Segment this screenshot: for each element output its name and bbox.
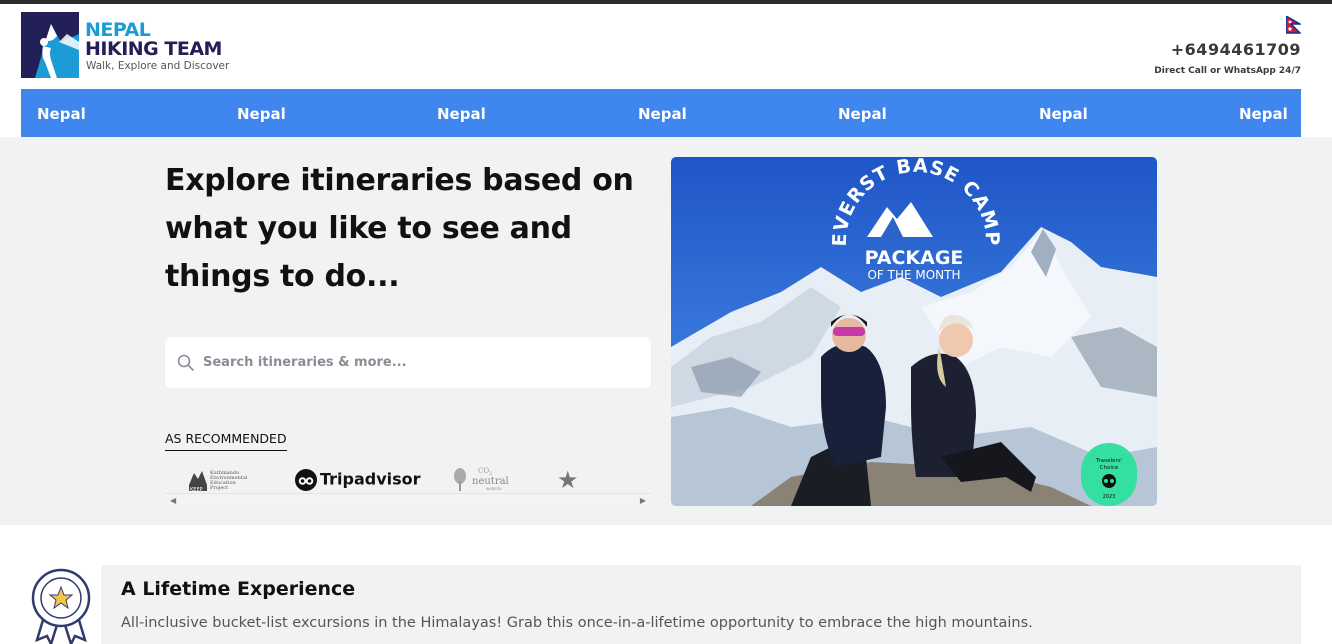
site-header: NEPAL HIKING TEAM Walk, Explore and Disc… xyxy=(0,4,1332,89)
feature-title: A Lifetime Experience xyxy=(121,578,356,600)
badge-year: 2023 xyxy=(1103,494,1116,500)
search-input[interactable] xyxy=(203,337,633,388)
hero-section: Explore itineraries based on what you li… xyxy=(0,137,1332,525)
scroll-right-arrow-icon[interactable]: ▶ xyxy=(640,496,646,505)
brand-tagline: Walk, Explore and Discover xyxy=(86,60,230,72)
nav-item-nepal-1[interactable]: Nepal xyxy=(37,105,86,123)
co2-website-word: website xyxy=(486,486,502,491)
package-of-the-month-banner[interactable]: EVERST BASE CAMP PACKAGE OF THE MONTH Tr… xyxy=(671,157,1157,506)
phone-caption: Direct Call or WhatsApp 24/7 xyxy=(1154,66,1301,76)
star-award-icon[interactable]: ★ xyxy=(557,466,579,494)
feature-description: All-inclusive bucket-list excursions in … xyxy=(121,615,1033,631)
tripadvisor-owl-icon xyxy=(295,469,317,491)
hero-title: Explore itineraries based on what you li… xyxy=(165,163,634,294)
package-label: PACKAGE xyxy=(865,247,964,269)
main-nav: Nepal Nepal Nepal Nepal Nepal Nepal Nepa… xyxy=(21,89,1301,137)
brand-name-line2: HIKING TEAM xyxy=(85,38,222,60)
nav-item-nepal-4[interactable]: Nepal xyxy=(638,105,687,123)
recommended-logos-carousel[interactable]: KEEP Kathmandu Environmental Education P… xyxy=(165,463,651,508)
search-box[interactable] xyxy=(165,337,651,388)
badge-line-2: Choice xyxy=(1100,465,1119,471)
month-label: OF THE MONTH xyxy=(867,268,960,282)
keep-line-4: Project xyxy=(210,485,228,491)
badge-line-1: Travelers' xyxy=(1095,458,1122,464)
phone-number[interactable]: +6494461709 xyxy=(1171,40,1301,59)
tripadvisor-wordmark: Tripadvisor xyxy=(320,469,421,489)
everest-trekkers-image: EVERST BASE CAMP PACKAGE OF THE MONTH Tr… xyxy=(671,157,1157,506)
carousel-scrollbar[interactable]: ◀ ▶ xyxy=(165,493,651,508)
recommended-label: AS RECOMMENDED xyxy=(165,431,287,451)
co2-sup: CO xyxy=(478,467,489,475)
nav-item-nepal-7[interactable]: Nepal xyxy=(1239,105,1288,123)
scroll-left-arrow-icon[interactable]: ◀ xyxy=(170,496,176,505)
logo-mark[interactable] xyxy=(21,12,79,78)
nepal-flag-icon[interactable] xyxy=(1285,14,1303,38)
tripadvisor-logo[interactable]: Tripadvisor xyxy=(295,469,421,491)
award-ribbon-icon xyxy=(21,565,101,644)
travelers-choice-badge: Travelers' Choice 2023 xyxy=(1081,443,1137,506)
mountain-hiker-icon xyxy=(21,12,79,78)
search-icon xyxy=(177,354,195,376)
nav-item-nepal-2[interactable]: Nepal xyxy=(237,105,286,123)
nav-item-nepal-6[interactable]: Nepal xyxy=(1039,105,1088,123)
nav-item-nepal-5[interactable]: Nepal xyxy=(838,105,887,123)
feature-card: A Lifetime Experience All-inclusive buck… xyxy=(21,565,1301,644)
nav-item-nepal-3[interactable]: Nepal xyxy=(437,105,486,123)
